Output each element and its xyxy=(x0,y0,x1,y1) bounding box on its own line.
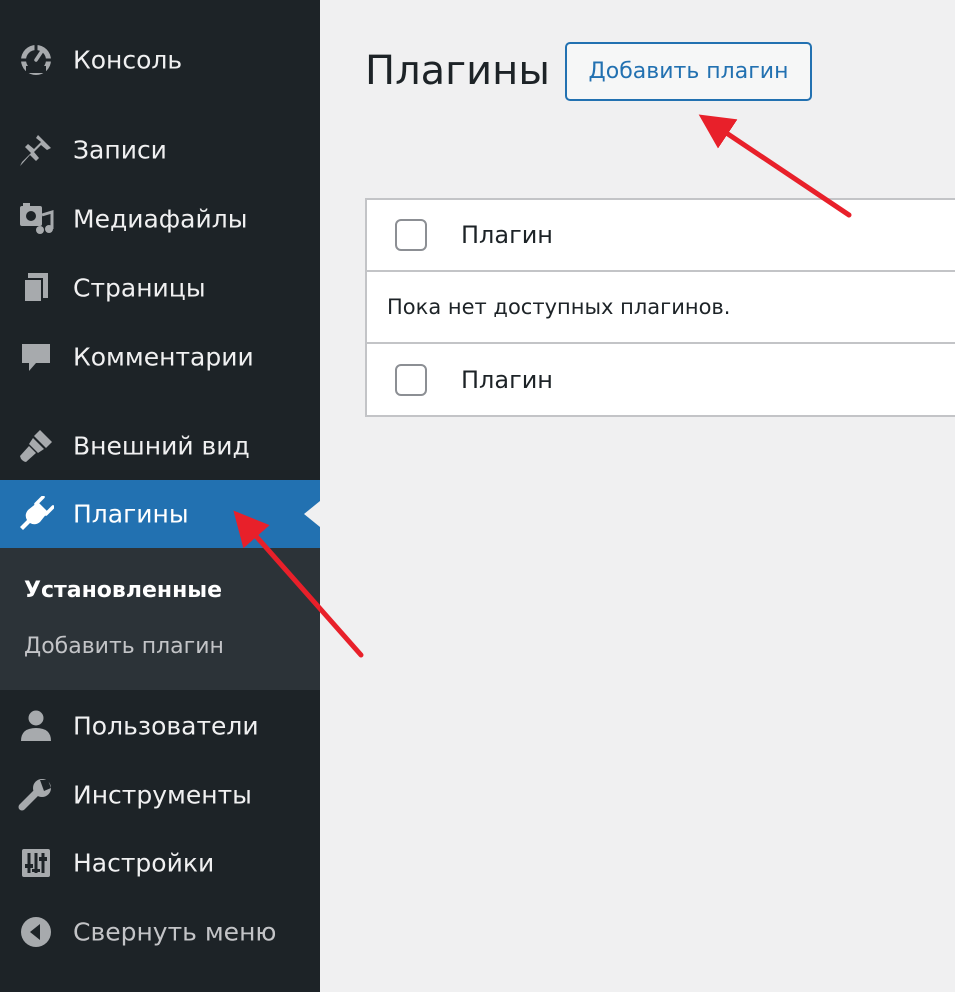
sidebar-item-label: Консоль xyxy=(73,45,183,75)
settings-sliders-icon xyxy=(18,845,54,881)
sidebar-item-plugins[interactable]: Плагины xyxy=(0,480,320,548)
plugins-submenu: Установленные Добавить плагин xyxy=(0,548,320,690)
table-footer-row: Плагин xyxy=(367,344,955,416)
current-menu-pointer xyxy=(304,501,320,527)
plugin-icon xyxy=(18,496,54,532)
sidebar-item-label: Настройки xyxy=(73,848,215,878)
plugins-table: Плагин Пока нет доступных плагинов. Плаг… xyxy=(365,198,955,417)
admin-sidebar: Консоль Записи Медиафайлы Страницы Комме… xyxy=(0,0,320,992)
sidebar-item-label: Медиафайлы xyxy=(73,204,248,234)
sidebar-item-label: Свернуть меню xyxy=(73,917,277,947)
sidebar-item-tools[interactable]: Инструменты xyxy=(0,761,320,829)
user-icon xyxy=(18,708,54,744)
pages-icon xyxy=(18,270,54,306)
sidebar-item-label: Записи xyxy=(73,135,167,165)
table-row: Пока нет доступных плагинов. xyxy=(367,272,955,344)
submenu-item-installed[interactable]: Установленные xyxy=(24,578,222,603)
sidebar-item-posts[interactable]: Записи xyxy=(0,116,320,184)
paintbrush-icon xyxy=(18,428,54,464)
sidebar-item-comments[interactable]: Комментарии xyxy=(0,323,320,391)
sidebar-item-media[interactable]: Медиафайлы xyxy=(0,185,320,253)
sidebar-item-console[interactable]: Консоль xyxy=(0,26,320,94)
sidebar-item-label: Инструменты xyxy=(73,780,252,810)
pin-icon xyxy=(18,132,54,168)
sidebar-item-settings[interactable]: Настройки xyxy=(0,829,320,897)
add-plugin-button[interactable]: Добавить плагин xyxy=(565,42,812,101)
media-icon xyxy=(18,201,54,237)
select-all-checkbox[interactable] xyxy=(395,219,427,251)
column-header-plugin: Плагин xyxy=(461,221,553,249)
comment-icon xyxy=(18,339,54,375)
table-header-row: Плагин xyxy=(367,200,955,272)
sidebar-item-pages[interactable]: Страницы xyxy=(0,254,320,322)
sidebar-item-label: Внешний вид xyxy=(73,431,250,461)
sidebar-item-users[interactable]: Пользователи xyxy=(0,692,320,760)
sidebar-item-label: Плагины xyxy=(73,499,189,529)
select-all-checkbox-footer[interactable] xyxy=(395,364,427,396)
page-title: Плагины xyxy=(365,48,550,94)
wrench-icon xyxy=(18,777,54,813)
empty-table-message: Пока нет доступных плагинов. xyxy=(387,295,731,319)
dashboard-icon xyxy=(18,42,54,78)
sidebar-item-label: Комментарии xyxy=(73,342,254,372)
sidebar-item-label: Пользователи xyxy=(73,711,259,741)
submenu-item-add-plugin[interactable]: Добавить плагин xyxy=(24,634,224,659)
sidebar-item-appearance[interactable]: Внешний вид xyxy=(0,412,320,480)
sidebar-collapse-menu[interactable]: Свернуть меню xyxy=(0,898,320,966)
collapse-arrow-icon xyxy=(18,914,54,950)
column-footer-plugin: Плагин xyxy=(461,366,553,394)
sidebar-item-label: Страницы xyxy=(73,273,206,303)
